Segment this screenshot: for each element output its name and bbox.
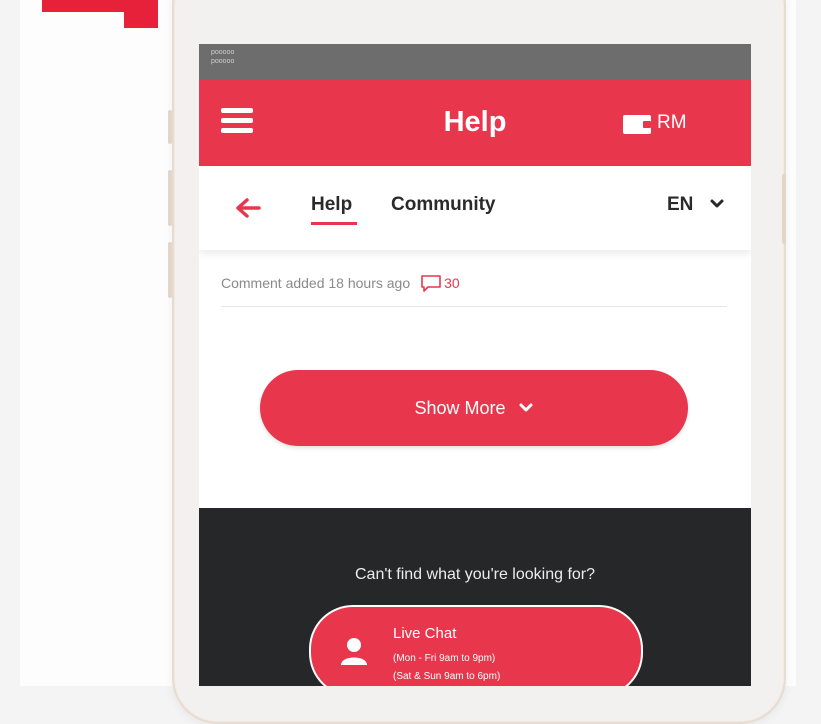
tab-community[interactable]: Community — [391, 194, 496, 216]
comment-icon — [421, 275, 441, 292]
comment-time-text: Comment added 18 hours ago — [221, 275, 411, 291]
app-bar: Help RM — [199, 80, 751, 166]
carrier-text: pooooo pooooo — [211, 49, 235, 65]
status-bar: pooooo pooooo — [199, 44, 751, 80]
comment-count: 30 — [444, 275, 460, 291]
brand-logo — [28, 0, 158, 30]
live-chat-button[interactable]: Live Chat (Mon - Fri 9am to 9pm) (Sat & … — [309, 605, 643, 686]
help-footer: Can't find what you're looking for? Live… — [199, 508, 751, 686]
show-more-button[interactable]: Show More — [260, 370, 688, 446]
tab-help[interactable]: Help — [311, 194, 352, 216]
wallet-button[interactable]: RM — [623, 112, 687, 134]
footer-question: Can't find what you're looking for? — [354, 566, 596, 583]
wallet-icon — [623, 112, 651, 134]
live-chat-hours-weekend: (Sat & Sun 9am to 6pm) — [393, 671, 501, 682]
live-chat-hours-weekday: (Mon - Fri 9am to 9pm) — [393, 653, 496, 664]
phone-screen: pooooo pooooo Help RM Help Community EN … — [199, 44, 751, 686]
chevron-down-icon — [519, 403, 533, 412]
divider — [221, 306, 727, 307]
language-selector[interactable]: EN — [667, 194, 693, 216]
comment-meta: Comment added 18 hours ago 30 — [221, 274, 460, 292]
active-tab-indicator — [311, 222, 357, 225]
chevron-down-icon[interactable] — [709, 196, 725, 212]
tab-bar: Help Community EN — [199, 166, 751, 250]
show-more-label: Show More — [414, 397, 506, 418]
wallet-label: RM — [657, 112, 687, 133]
back-arrow-icon[interactable] — [233, 196, 263, 220]
user-icon — [341, 638, 367, 665]
live-chat-title: Live Chat — [393, 625, 457, 642]
